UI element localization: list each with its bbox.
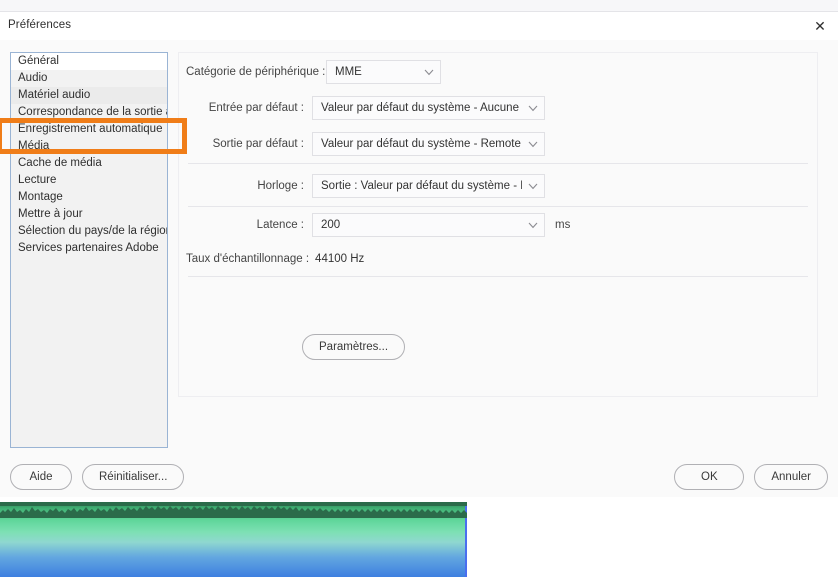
sidebar-item-correspondance-sortie-audio[interactable]: Correspondance de la sortie audio <box>11 104 167 121</box>
dialog-titlebar: Préférences ✕ <box>0 12 838 40</box>
clock-select[interactable]: Sortie : Valeur par défaut du système - … <box>312 174 545 198</box>
help-button[interactable]: Aide <box>10 464 72 490</box>
sidebar-item-lecture[interactable]: Lecture <box>11 172 167 189</box>
audio-clip[interactable] <box>0 502 467 577</box>
preferences-dialog-body: Général Audio Matériel audio Corresponda… <box>0 40 838 495</box>
ok-button[interactable]: OK <box>674 464 745 490</box>
clock-row: Horloge : Sortie : Valeur par défaut du … <box>186 174 545 198</box>
sidebar-item-enregistrement-automatique[interactable]: Enregistrement automatique <box>11 121 167 138</box>
footer-right-buttons: OK Annuler <box>674 464 828 490</box>
sidebar-item-general[interactable]: Général <box>11 53 167 70</box>
device-category-row: Catégorie de périphérique : MME <box>186 60 441 84</box>
sidebar-item-materiel-audio[interactable]: Matériel audio <box>11 87 167 104</box>
default-input-value: Valeur par défaut du système - Aucune en… <box>321 102 522 114</box>
clock-label: Horloge : <box>257 180 304 192</box>
chevron-down-icon <box>522 105 544 112</box>
sample-rate-row: Taux d'échantillonnage : 44100 Hz <box>186 253 364 265</box>
sidebar-item-mettre-a-jour[interactable]: Mettre à jour <box>11 206 167 223</box>
separator-2 <box>188 206 808 207</box>
default-output-label: Sortie par défaut : <box>212 138 304 150</box>
reset-button[interactable]: Réinitialiser... <box>82 464 185 490</box>
latency-unit-label: ms <box>555 219 571 231</box>
clock-value: Sortie : Valeur par défaut du système - … <box>321 180 522 192</box>
separator-3 <box>188 276 808 277</box>
latency-select[interactable]: 200 <box>312 213 545 237</box>
default-input-row: Entrée par défaut : Valeur par défaut du… <box>186 96 545 120</box>
device-category-value: MME <box>335 66 362 78</box>
default-output-row: Sortie par défaut : Valeur par défaut du… <box>186 132 545 156</box>
dialog-footer: Aide Réinitialiser... OK Annuler <box>0 455 838 497</box>
default-input-select[interactable]: Valeur par défaut du système - Aucune en… <box>312 96 545 120</box>
timeline-waveform-area[interactable] <box>0 497 838 577</box>
device-category-label: Catégorie de périphérique : <box>186 66 326 78</box>
sidebar-item-services-partenaires-adobe[interactable]: Services partenaires Adobe <box>11 240 167 257</box>
latency-row: Latence : 200 ms <box>186 213 570 237</box>
chevron-down-icon <box>522 222 544 229</box>
chevron-down-icon <box>418 69 440 76</box>
settings-button[interactable]: Paramètres... <box>302 334 406 360</box>
latency-value: 200 <box>321 219 341 231</box>
chevron-down-icon <box>522 183 544 190</box>
sidebar-item-audio[interactable]: Audio <box>11 70 167 87</box>
sidebar-item-selection-pays-region[interactable]: Sélection du pays/de la région <box>11 223 167 240</box>
cancel-button[interactable]: Annuler <box>754 464 828 490</box>
footer-left-buttons: Aide Réinitialiser... <box>10 464 185 490</box>
waveform-peaks-icon <box>0 506 467 518</box>
default-input-label: Entrée par défaut : <box>208 102 304 114</box>
window-top-strip <box>0 0 838 12</box>
default-output-value: Valeur par défaut du système - Remote Au… <box>321 138 522 150</box>
page-title: Préférences <box>8 19 72 31</box>
device-category-select[interactable]: MME <box>326 60 441 84</box>
separator-1 <box>188 163 808 164</box>
sample-rate-value: 44100 Hz <box>315 253 365 265</box>
default-output-select[interactable]: Valeur par défaut du système - Remote Au… <box>312 132 545 156</box>
sidebar-item-montage[interactable]: Montage <box>11 189 167 206</box>
sidebar-item-media[interactable]: Média <box>11 138 167 155</box>
close-icon[interactable]: ✕ <box>808 15 832 37</box>
chevron-down-icon <box>522 141 544 148</box>
latency-label: Latence : <box>256 219 304 231</box>
sample-rate-label: Taux d'échantillonnage : <box>186 253 310 265</box>
preferences-category-list[interactable]: Général Audio Matériel audio Corresponda… <box>10 52 168 448</box>
sidebar-item-cache-de-media[interactable]: Cache de média <box>11 155 167 172</box>
